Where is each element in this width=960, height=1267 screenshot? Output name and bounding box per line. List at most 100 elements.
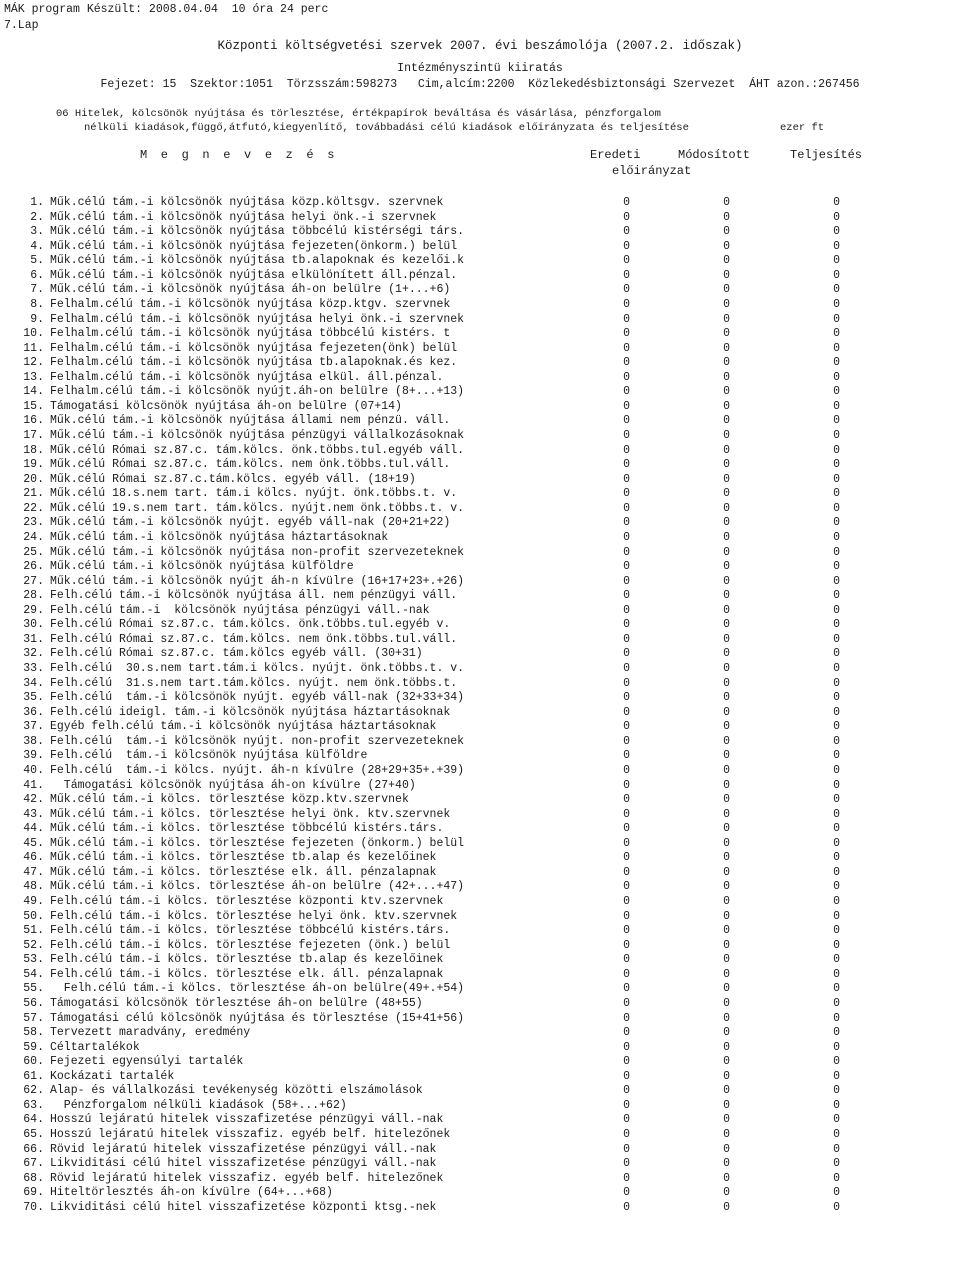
cell-performance: 0 xyxy=(833,953,840,967)
row-number: 53. xyxy=(23,953,44,967)
cell-performance: 0 xyxy=(833,793,840,807)
cell-performance: 0 xyxy=(833,487,840,501)
cell-modified-appropriation: 0 xyxy=(723,530,730,544)
cell-original-appropriation: 0 xyxy=(623,749,630,763)
document-page: MÁK program Készült: 2008.04.04 10 óra 2… xyxy=(0,0,960,1267)
table-row: 4. Műk.célú tám.-i kölcsönök nyújtása fej… xyxy=(0,240,960,255)
cell-modified-appropriation: 0 xyxy=(723,865,730,879)
cell-original-appropriation: 0 xyxy=(623,836,630,850)
cell-modified-appropriation: 0 xyxy=(723,356,730,370)
program-timestamp-line: MÁK program Készült: 2008.04.04 10 óra 2… xyxy=(4,3,329,16)
table-row: 18. Műk.célú Római sz.87.c. tám.kölcs. ön… xyxy=(0,444,960,459)
row-label: Műk.célú tám.-i kölcs. törlesztése helyi… xyxy=(50,807,451,821)
row-number: 48. xyxy=(23,880,44,894)
row-label: Támogatási kölcsönök nyújtása áh-on kívü… xyxy=(50,778,416,792)
cell-modified-appropriation: 0 xyxy=(723,895,730,908)
cell-modified-appropriation: 0 xyxy=(723,560,730,574)
row-label: Műk.célú Római sz.87.c. tám.kölcs. nem ö… xyxy=(50,458,451,472)
table-row: 51. Felh.célú tám.-i kölcs. törlesztése t… xyxy=(0,924,960,939)
table-row: 60. Fejezeti egyensúlyi tartalék 0 0 0 xyxy=(0,1055,960,1070)
cell-modified-appropriation: 0 xyxy=(723,880,730,894)
table-row: 68. Rövid lejáratú hitelek visszafiz. egy… xyxy=(0,1172,960,1187)
table-row: 12. Felhalm.célú tám.-i kölcsönök nyújtás… xyxy=(0,356,960,371)
table-row: 44. Műk.célú tám.-i kölcs. törlesztése tö… xyxy=(0,822,960,837)
table-row: 64. Hosszú lejáratú hitelek visszafizetés… xyxy=(0,1113,960,1128)
cell-original-appropriation: 0 xyxy=(623,1142,630,1156)
cell-modified-appropriation: 0 xyxy=(723,749,730,763)
cell-modified-appropriation: 0 xyxy=(723,210,730,224)
row-label: Támogatási célú kölcsönök nyújtása és tö… xyxy=(50,1011,465,1025)
table-row: 40. Felh.célú tám.-i kölcs. nyújt. áh-n k… xyxy=(0,764,960,779)
cell-performance: 0 xyxy=(833,691,840,705)
cell-original-appropriation: 0 xyxy=(623,691,630,705)
row-label: Műk.célú tám.-i kölcs. törlesztése áh-on… xyxy=(50,880,465,894)
row-label: Műk.célú tám.-i kölcsönök nyújtása elkül… xyxy=(50,268,458,282)
cell-performance: 0 xyxy=(833,1069,840,1083)
table-row: 6. Műk.célú tám.-i kölcsönök nyújtása elk… xyxy=(0,269,960,284)
cell-modified-appropriation: 0 xyxy=(723,254,730,268)
row-label: Likviditási célú hitel visszafizetése pé… xyxy=(50,1157,437,1171)
cell-modified-appropriation: 0 xyxy=(723,196,730,209)
row-number: 8. xyxy=(30,297,44,311)
table-row: 14. Felhalm.célú tám.-i kölcsönök nyújt.á… xyxy=(0,385,960,400)
cell-original-appropriation: 0 xyxy=(623,807,630,821)
table-row: 5. Műk.célú tám.-i kölcsönök nyújtása tb.… xyxy=(0,254,960,269)
cell-performance: 0 xyxy=(833,501,840,515)
table-row: 61. Kockázati tartalék 0 0 0 xyxy=(0,1070,960,1085)
cell-original-appropriation: 0 xyxy=(623,210,630,224)
cell-modified-appropriation: 0 xyxy=(723,1186,730,1200)
organization-identifiers: Fejezet: 15 Szektor:1051 Törzsszám:59827… xyxy=(100,78,860,91)
row-label: Műk.célú tám.-i kölcsönök nyújtása fejez… xyxy=(50,239,458,253)
cell-performance: 0 xyxy=(833,254,840,268)
row-label: Műk.célú tám.-i kölcsönök nyújt. egyéb v… xyxy=(50,516,451,530)
cell-performance: 0 xyxy=(833,749,840,763)
row-label: Kockázati tartalék xyxy=(50,1069,175,1083)
cell-modified-appropriation: 0 xyxy=(723,225,730,239)
cell-performance: 0 xyxy=(833,1113,840,1127)
cell-original-appropriation: 0 xyxy=(623,603,630,617)
cell-original-appropriation: 0 xyxy=(623,297,630,311)
row-number: 35. xyxy=(23,691,44,705)
cell-original-appropriation: 0 xyxy=(623,953,630,967)
row-label: Műk.célú tám.-i kölcsönök nyújtása non-p… xyxy=(50,545,465,559)
row-number: 13. xyxy=(23,370,44,384)
row-label: Műk.célú Római sz.87.c.tám.kölcs. egyéb … xyxy=(50,472,416,486)
row-number: 14. xyxy=(23,385,44,399)
table-row: 49. Felh.célú tám.-i kölcs. törlesztése k… xyxy=(0,895,960,910)
cell-original-appropriation: 0 xyxy=(623,662,630,675)
cell-modified-appropriation: 0 xyxy=(723,312,730,326)
table-row: 26. Műk.célú tám.-i kölcsönök nyújtása kü… xyxy=(0,560,960,575)
row-number: 10. xyxy=(23,327,44,341)
row-number: 7. xyxy=(30,283,44,297)
cell-modified-appropriation: 0 xyxy=(723,268,730,282)
row-label: Felh.célú 31.s.nem tart.tám.kölcs. nyújt… xyxy=(50,676,458,690)
cell-performance: 0 xyxy=(833,880,840,894)
table-row: 19. Műk.célú Római sz.87.c. tám.kölcs. ne… xyxy=(0,458,960,473)
cell-performance: 0 xyxy=(833,385,840,399)
row-number: 21. xyxy=(23,487,44,501)
cell-original-appropriation: 0 xyxy=(623,1011,630,1025)
cell-modified-appropriation: 0 xyxy=(723,1055,730,1069)
table-row: 59. Céltartalékok 0 0 0 xyxy=(0,1041,960,1056)
cell-original-appropriation: 0 xyxy=(623,414,630,428)
cell-modified-appropriation: 0 xyxy=(723,399,730,413)
cell-original-appropriation: 0 xyxy=(623,1186,630,1200)
cell-original-appropriation: 0 xyxy=(623,239,630,253)
table-row: 48. Műk.célú tám.-i kölcs. törlesztése áh… xyxy=(0,880,960,895)
table-row: 3. Műk.célú tám.-i kölcsönök nyújtása töb… xyxy=(0,225,960,240)
cell-modified-appropriation: 0 xyxy=(723,589,730,603)
row-number: 26. xyxy=(23,560,44,574)
row-number: 62. xyxy=(23,1084,44,1098)
row-label: Műk.célú tám.-i kölcs. törlesztése fejez… xyxy=(50,836,465,850)
row-label: Felh.célú tám.-i kölcs. törlesztése közp… xyxy=(50,895,444,908)
cell-modified-appropriation: 0 xyxy=(723,501,730,515)
cell-original-appropriation: 0 xyxy=(623,1113,630,1127)
row-label: Támogatási kölcsönök nyújtása áh-on belü… xyxy=(50,399,402,413)
table-row: 36. Felh.célú ideigl. tám.-i kölcsönök ny… xyxy=(0,706,960,721)
row-label: Műk.célú tám.-i kölcsönök nyújtása tb.al… xyxy=(50,254,465,268)
cell-original-appropriation: 0 xyxy=(623,822,630,836)
cell-modified-appropriation: 0 xyxy=(723,603,730,617)
cell-original-appropriation: 0 xyxy=(623,924,630,938)
section-description-line-2: nélküli kiadások,függő,átfutó,kiegyenlít… xyxy=(84,122,689,134)
row-number: 27. xyxy=(23,574,44,588)
